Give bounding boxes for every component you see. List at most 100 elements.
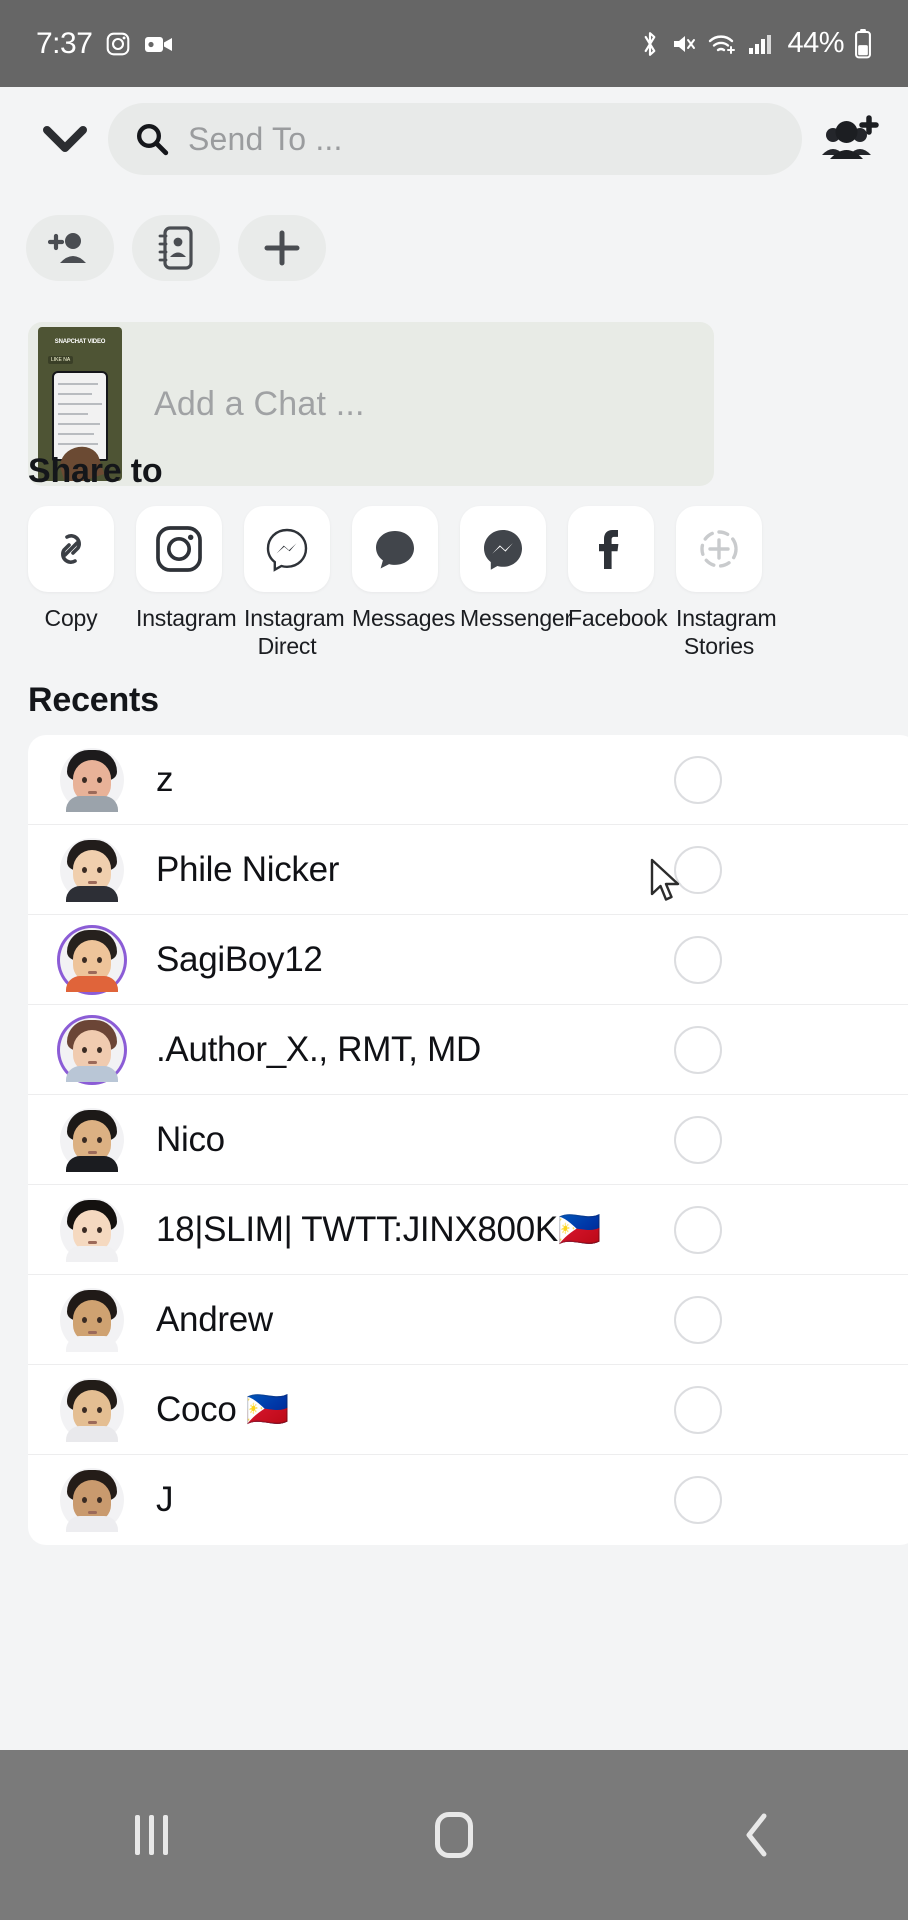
chat-bubble-icon (369, 523, 421, 575)
video-camera-icon (144, 33, 174, 55)
share-option-label: Messages (352, 605, 456, 631)
recents-heading: Recents (28, 681, 159, 719)
recents-row-name: 18|SLIM| TWTT:JINX800K🇵🇭 (156, 1210, 602, 1249)
add-to-story-icon (693, 523, 745, 575)
thumbnail-caption: SNAPCHAT VIDEO (54, 339, 106, 345)
share-option-copy[interactable]: Copy (28, 506, 114, 666)
search-icon (134, 121, 170, 157)
share-to-heading: Share to (28, 452, 163, 490)
messages-tile[interactable] (352, 506, 438, 592)
recents-row[interactable]: Coco 🇵🇭 (28, 1365, 908, 1455)
android-nav-bar (0, 1750, 908, 1920)
share-option-facebook[interactable]: Facebook (568, 506, 668, 666)
select-checkbox[interactable] (674, 1295, 722, 1344)
recents-row-name: .Author_X., RMT, MD (156, 1029, 481, 1069)
instagram-stories-tile[interactable] (676, 506, 762, 592)
instagram-tile[interactable] (136, 506, 222, 592)
share-to-row: Copy Instagram Instagram Direct Messages… (28, 506, 908, 666)
recents-row[interactable]: Phile Nicker (28, 825, 908, 915)
share-option-instagram-stories[interactable]: Instagram Stories (676, 506, 777, 666)
share-option-messenger[interactable]: Messenger (460, 506, 572, 666)
instagram-icon (153, 523, 205, 575)
battery-percent-label: 44% (787, 27, 844, 59)
recents-row-name: Phile Nicker (156, 849, 340, 889)
instagram-direct-tile[interactable] (244, 506, 330, 592)
recent-apps-icon[interactable] (71, 1790, 231, 1880)
avatar (60, 1377, 124, 1442)
share-option-label: Instagram Stories (676, 605, 777, 659)
share-option-instagram[interactable]: Instagram (136, 506, 237, 666)
search-placeholder: Send To ... (188, 120, 343, 157)
recents-row[interactable]: SagiBoy12 (28, 915, 908, 1005)
recents-row-name: J (156, 1480, 174, 1519)
search-header: Send To ... (0, 87, 908, 191)
contact-card-icon (158, 226, 194, 270)
avatar (60, 1017, 124, 1082)
contact-card-chip[interactable] (132, 215, 220, 281)
recents-row[interactable]: J (28, 1455, 908, 1545)
select-checkbox[interactable] (674, 1025, 722, 1074)
recents-row-name: SagiBoy12 (156, 939, 323, 979)
cellular-signal-icon (747, 32, 773, 56)
status-bar-right: 44% (639, 27, 872, 60)
select-checkbox[interactable] (674, 935, 722, 984)
avatar (60, 1197, 124, 1262)
battery-icon (854, 28, 872, 59)
instagram-icon (105, 31, 131, 57)
status-bar: 7:37 44% (0, 0, 908, 87)
recents-list: z Phile Nicker SagiBoy12 .Author_X., RMT, M… (28, 735, 908, 1545)
recents-row[interactable]: 18|SLIM| TWTT:JINX800K🇵🇭 (28, 1185, 908, 1275)
messenger-tile[interactable] (460, 506, 546, 592)
avatar (60, 837, 124, 902)
search-input[interactable]: Send To ... (108, 103, 802, 175)
select-checkbox[interactable] (674, 1205, 722, 1254)
copy-tile[interactable] (28, 506, 114, 592)
share-option-instagram-direct[interactable]: Instagram Direct (244, 506, 345, 666)
home-icon[interactable] (374, 1790, 534, 1880)
share-option-label: Instagram Direct (244, 605, 345, 659)
phone-screen: 7:37 44% Send To ... SNAPCHAT VIDEO LIKE… (0, 0, 908, 1920)
wifi-icon (707, 32, 737, 56)
select-checkbox[interactable] (674, 755, 722, 804)
avatar (60, 1107, 124, 1172)
bluetooth-icon (639, 30, 661, 58)
share-option-label: Instagram (136, 605, 237, 631)
select-checkbox[interactable] (674, 1385, 722, 1434)
recents-row[interactable]: Andrew (28, 1275, 908, 1365)
share-option-messages[interactable]: Messages (352, 506, 456, 666)
select-checkbox[interactable] (674, 845, 722, 894)
messenger-filled-icon (477, 523, 529, 575)
back-chevron-icon[interactable] (677, 1790, 837, 1880)
link-icon (45, 523, 97, 575)
share-option-label: Messenger (460, 605, 572, 631)
facebook-tile[interactable] (568, 506, 654, 592)
share-option-label: Facebook (568, 605, 668, 631)
avatar (60, 1468, 124, 1532)
avatar (60, 927, 124, 992)
recents-row[interactable]: z (28, 735, 908, 825)
recents-row[interactable]: Nico (28, 1095, 908, 1185)
plus-icon (262, 228, 302, 268)
recents-row-name: Nico (156, 1119, 225, 1159)
select-checkbox[interactable] (674, 1115, 722, 1164)
recents-row-name: Andrew (156, 1299, 273, 1339)
messenger-outline-icon (261, 523, 313, 575)
facebook-icon (585, 523, 637, 575)
recents-row[interactable]: .Author_X., RMT, MD (28, 1005, 908, 1095)
share-option-label: Copy (44, 605, 98, 631)
select-checkbox[interactable] (674, 1476, 722, 1524)
mute-icon (671, 31, 697, 57)
add-person-icon (48, 228, 92, 268)
avatar (60, 1287, 124, 1352)
recents-row-name: z (156, 759, 174, 799)
thumbnail-subcaption: LIKE NA (48, 356, 74, 364)
add-group-icon[interactable] (808, 102, 888, 176)
add-friend-chip[interactable] (26, 215, 114, 281)
quick-action-chips (26, 215, 326, 281)
status-bar-left: 7:37 (36, 27, 174, 61)
chevron-down-icon[interactable] (28, 102, 102, 176)
new-chip[interactable] (238, 215, 326, 281)
add-a-chat-placeholder: Add a Chat ... (154, 384, 365, 423)
status-bar-clock: 7:37 (36, 26, 93, 60)
recents-row-name: Coco 🇵🇭 (156, 1390, 290, 1429)
